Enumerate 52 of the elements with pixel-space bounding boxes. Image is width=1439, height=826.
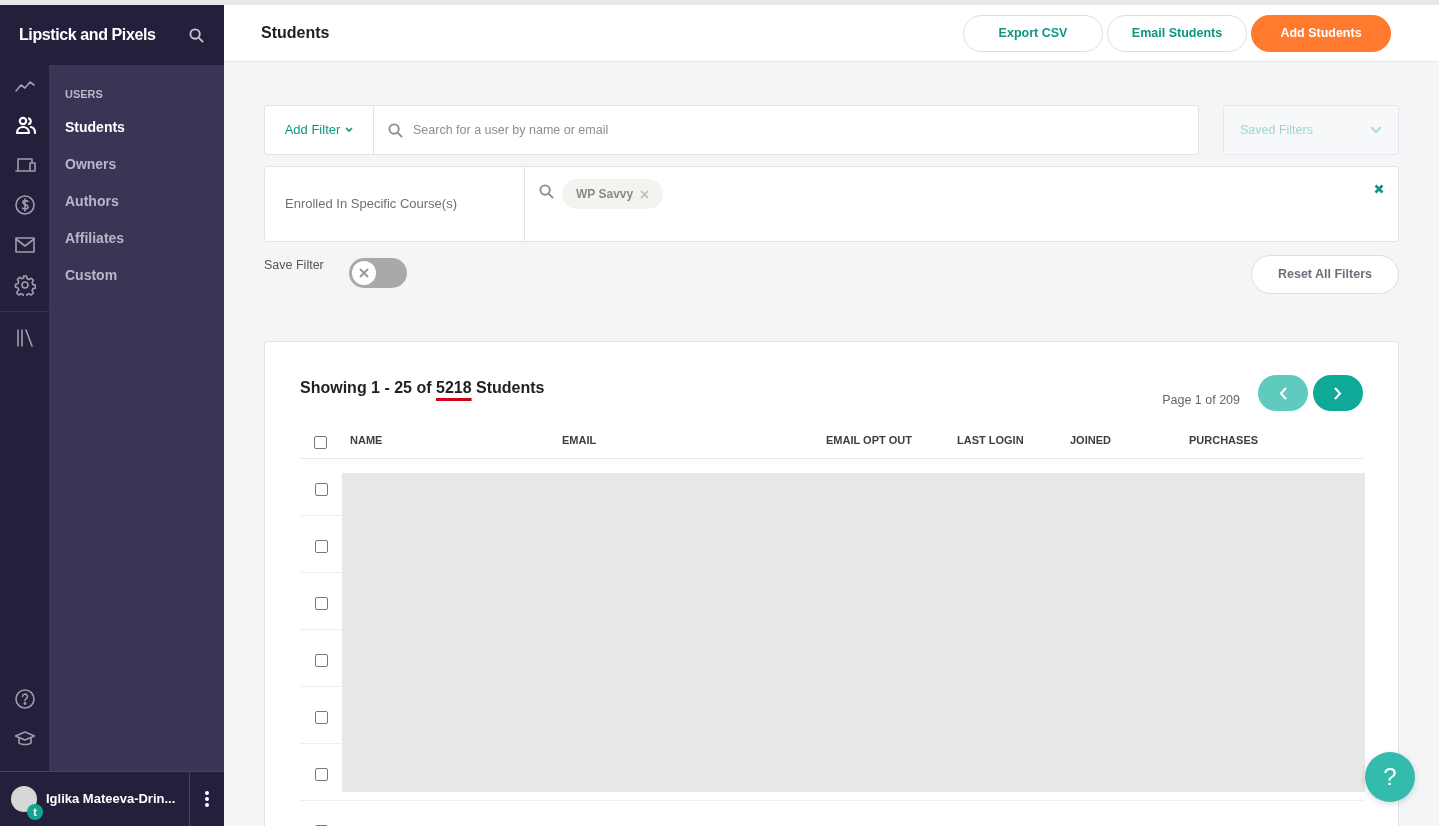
chevron-left-icon: [1279, 386, 1287, 400]
submenu-item[interactable]: Custom: [65, 256, 118, 294]
settings-icon: [13, 274, 36, 296]
checkbox[interactable]: [315, 768, 328, 781]
chevron-right-icon: [1334, 386, 1342, 400]
clear-filter-button[interactable]: [1374, 184, 1384, 194]
envelope-icon: [13, 234, 36, 256]
brand-title: Lipstick and Pixels: [19, 25, 156, 45]
page-indicator: Page 1 of 209: [1162, 391, 1240, 409]
header-button[interactable]: Export CSV: [963, 14, 1103, 52]
course-tag: WP Savvy: [562, 179, 664, 209]
column-header: NAME: [350, 433, 383, 446]
submenu-item[interactable]: Affiliates: [65, 219, 125, 257]
search-icon: [539, 184, 554, 199]
add-filter-button[interactable]: Add Filter: [264, 105, 374, 155]
checkbox[interactable]: [315, 654, 328, 667]
checkbox[interactable]: [315, 540, 328, 553]
column-header: EMAIL OPT OUT: [826, 433, 912, 446]
reset-filters-button[interactable]: Reset All Filters: [1251, 255, 1399, 294]
checkbox[interactable]: [314, 436, 327, 449]
help-circle-icon: [13, 688, 36, 710]
checkbox[interactable]: [315, 483, 328, 496]
chevron-down-icon: [345, 127, 354, 133]
results-count-text: Showing 1 - 25 of 5218 Students: [300, 378, 545, 398]
submenu-item[interactable]: Students: [65, 108, 125, 146]
section-heading: USERS: [65, 87, 103, 102]
add-button[interactable]: Add Students: [1251, 14, 1391, 52]
column-header: JOINED: [1070, 433, 1111, 446]
dollar-circle-icon: [13, 194, 36, 216]
page-title: Students: [261, 23, 330, 43]
user-initial-badge: t: [27, 804, 43, 820]
column-header: PURCHASES: [1189, 433, 1259, 446]
chevron-down-icon: [1370, 126, 1382, 134]
search-icon: [388, 122, 403, 138]
search-field[interactable]: Search for a user by name or email: [374, 105, 1199, 155]
close-icon: [1374, 184, 1384, 194]
checkbox[interactable]: [315, 711, 328, 724]
close-icon: [358, 268, 369, 278]
users-icon: [13, 114, 36, 136]
header-button[interactable]: Email Students: [1107, 14, 1247, 52]
column-header: EMAIL: [562, 433, 597, 446]
next-page-button[interactable]: [1313, 375, 1363, 411]
column-header: LAST LOGIN: [957, 433, 1024, 446]
more-icon: [205, 791, 209, 807]
user-name[interactable]: Iglika Mateeva-Drin...: [46, 789, 176, 809]
save-filter-toggle[interactable]: [348, 258, 407, 288]
submenu-item[interactable]: Owners: [65, 145, 117, 183]
filter-rule-label: Enrolled In Specific Course(s): [285, 195, 457, 214]
search-icon[interactable]: [189, 27, 204, 43]
save-filter-label: Save Filter: [264, 257, 324, 274]
submenu-item[interactable]: Authors: [65, 182, 119, 220]
checkbox[interactable]: [315, 597, 328, 610]
